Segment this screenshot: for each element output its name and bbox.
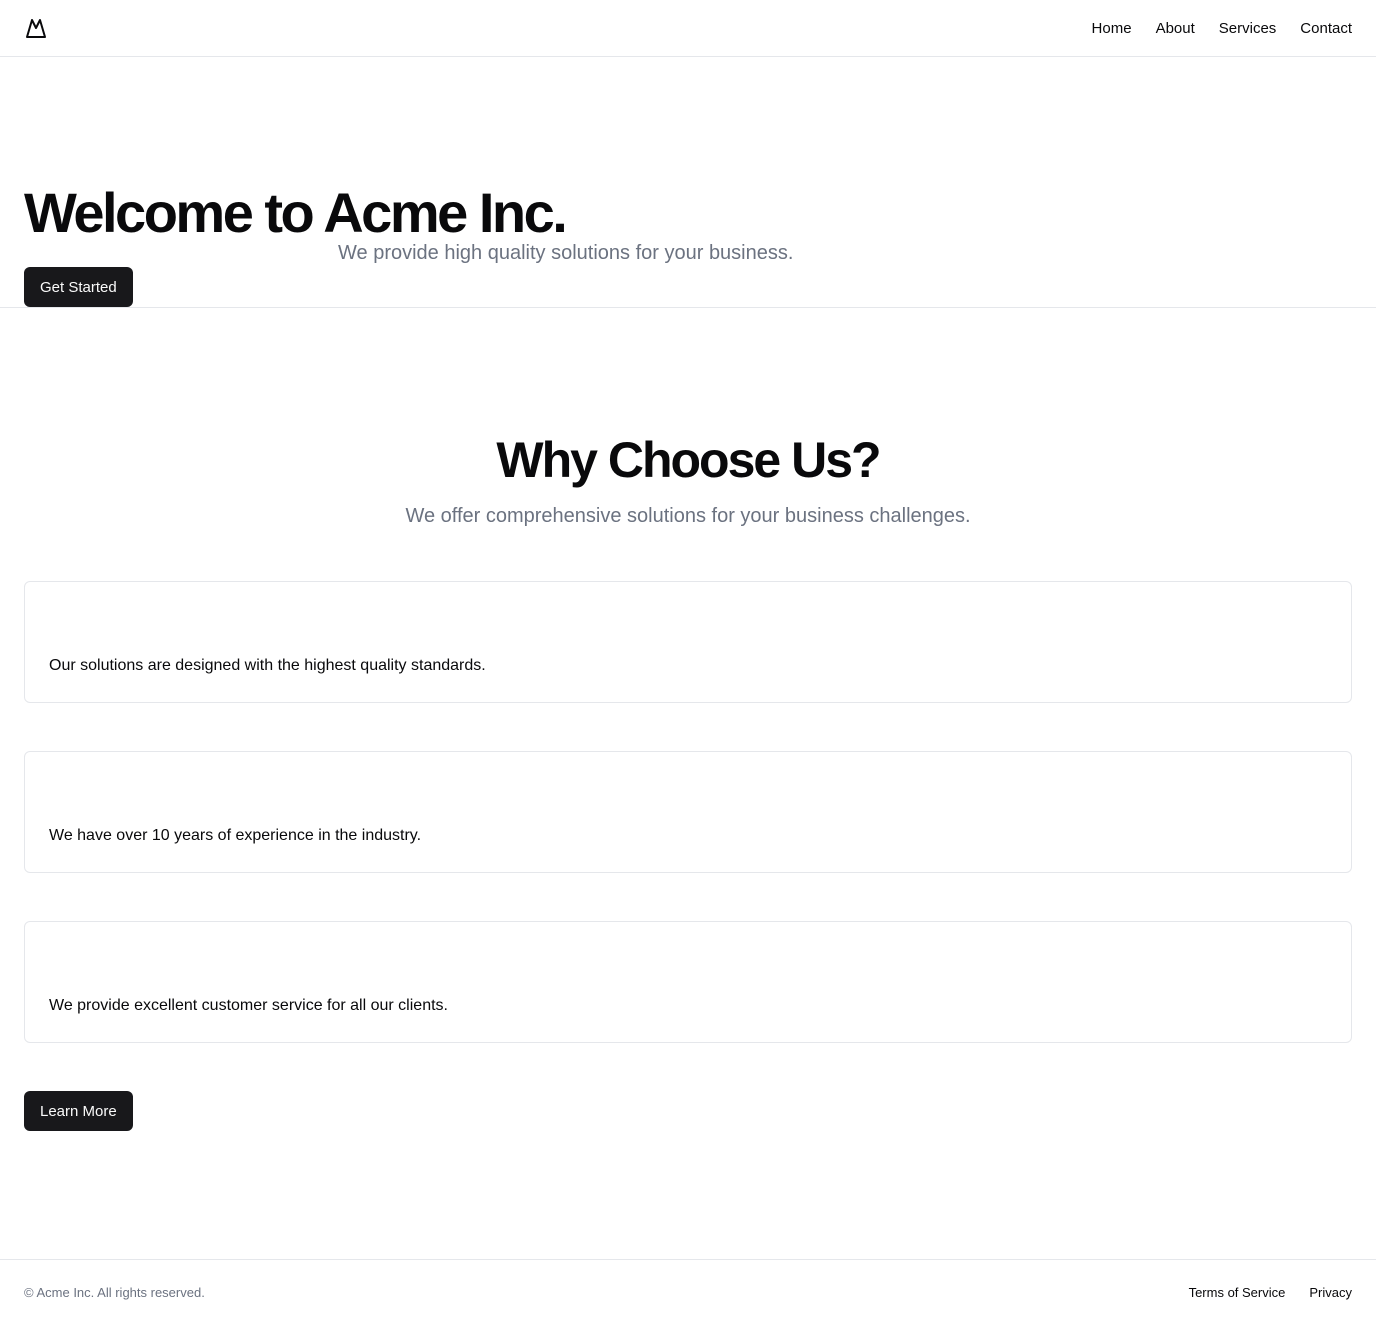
why-choose-us-subtitle: We offer comprehensive solutions for you…: [405, 505, 971, 527]
feature-card-text: Our solutions are designed with the high…: [49, 657, 486, 674]
site-footer: © Acme Inc. All rights reserved. Terms o…: [0, 1259, 1376, 1324]
main-nav: Home About Services Contact: [1092, 20, 1352, 37]
nav-about-link[interactable]: About: [1156, 20, 1195, 37]
hero-section: Welcome to Acme Inc. We provide high qua…: [0, 57, 1376, 308]
terms-of-service-link[interactable]: Terms of Service: [1189, 1285, 1286, 1300]
copyright-text: © Acme Inc. All rights reserved.: [24, 1284, 205, 1300]
feature-card-service: We provide excellent customer service fo…: [24, 921, 1352, 1043]
nav-services-link[interactable]: Services: [1219, 20, 1277, 37]
hero-title: Welcome to Acme Inc.: [24, 181, 568, 244]
feature-card-quality: Our solutions are designed with the high…: [24, 581, 1352, 703]
feature-card-text: We provide excellent customer service fo…: [49, 997, 448, 1014]
feature-card-text: We have over 10 years of experience in t…: [49, 827, 422, 844]
mountain-icon[interactable]: [24, 16, 48, 40]
hero-subtitle: We provide high quality solutions for yo…: [338, 242, 794, 264]
feature-card-experience: We have over 10 years of experience in t…: [24, 751, 1352, 873]
privacy-link[interactable]: Privacy: [1309, 1285, 1352, 1300]
site-header: Home About Services Contact: [0, 0, 1376, 57]
get-started-button[interactable]: Get Started: [24, 267, 133, 307]
why-choose-us-title: Why Choose Us?: [496, 432, 881, 488]
learn-more-button[interactable]: Learn More: [24, 1091, 133, 1131]
nav-home-link[interactable]: Home: [1092, 20, 1132, 37]
footer-links: Terms of Service Privacy: [1189, 1285, 1352, 1300]
nav-contact-link[interactable]: Contact: [1300, 20, 1352, 37]
